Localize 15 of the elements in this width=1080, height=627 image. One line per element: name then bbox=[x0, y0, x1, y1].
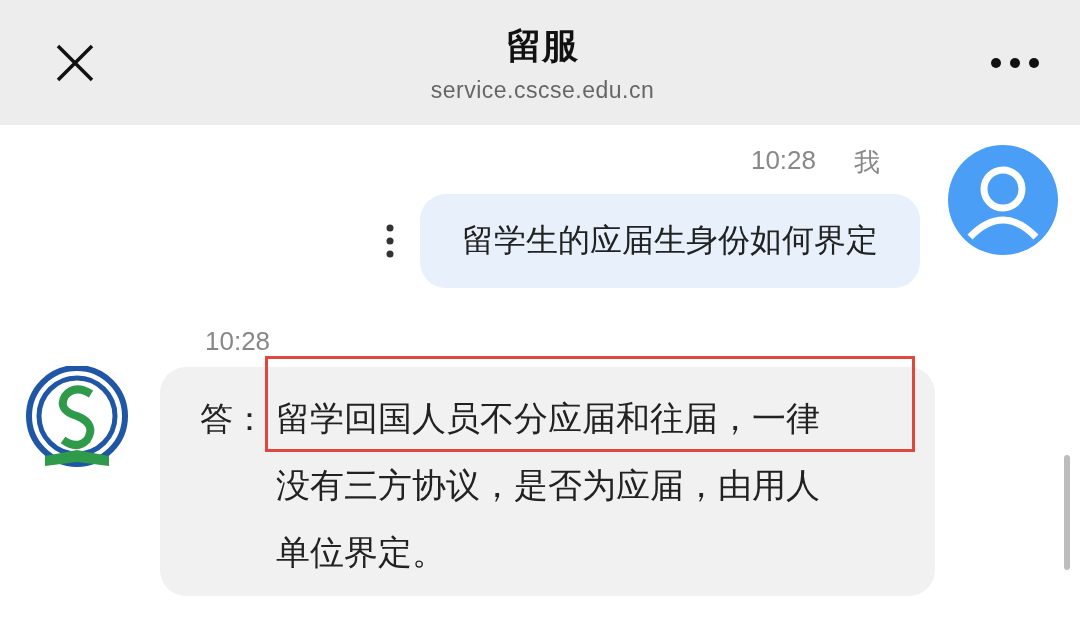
more-icon bbox=[990, 56, 1040, 69]
message-time: 10:28 bbox=[204, 326, 272, 357]
page-title: 留服 bbox=[506, 23, 579, 68]
message-time: 10:28 bbox=[750, 145, 816, 177]
answer-label: 答： bbox=[200, 398, 266, 440]
message-menu-button[interactable] bbox=[386, 224, 394, 258]
avatar-icon bbox=[948, 145, 1058, 255]
kebab-icon bbox=[386, 224, 394, 258]
close-button[interactable] bbox=[55, 42, 95, 83]
page-url: service.cscse.edu.cn bbox=[430, 76, 655, 104]
close-icon bbox=[55, 42, 95, 83]
answer-text: 留学回国人员不分应届和往届，一律没有三方协议，是否为应届，由用人单位界定。 bbox=[276, 397, 821, 574]
more-button[interactable] bbox=[990, 56, 1040, 69]
message-bubble: 留学生的应届生身份如何界定 bbox=[420, 194, 920, 288]
sender-name: 我 bbox=[854, 146, 880, 179]
